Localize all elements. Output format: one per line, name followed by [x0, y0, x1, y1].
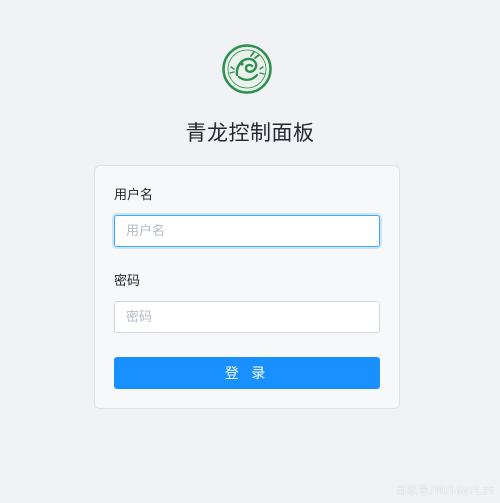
qinglong-dragon-logo-icon — [222, 44, 272, 94]
login-button[interactable]: 登 录 — [114, 357, 380, 389]
login-card: 用户名 密码 登 录 — [94, 165, 400, 409]
password-label: 密码 — [114, 274, 141, 289]
username-label: 用户名 — [114, 188, 154, 203]
password-input[interactable] — [114, 301, 380, 333]
username-input[interactable] — [114, 215, 380, 247]
page-title: 青龙控制面板 — [185, 121, 315, 145]
watermark: 百家号/MulderLzt — [395, 484, 495, 497]
